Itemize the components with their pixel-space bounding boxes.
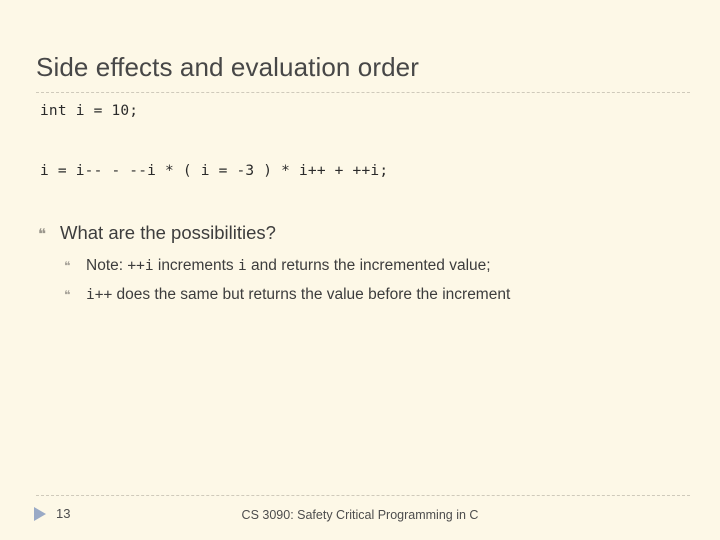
page-title: Side effects and evaluation order — [36, 52, 419, 82]
bullet-level2-postincrement: ❝ i++ does the same but returns the valu… — [64, 284, 510, 306]
note-suffix-text: and returns the incremented value; — [246, 257, 491, 274]
bullet-level2-note: ❝ Note: ++i increments i and returns the… — [64, 255, 491, 277]
footer-course-text: CS 3090: Safety Critical Programming in … — [241, 508, 479, 522]
post-code-postincrement: i++ — [86, 287, 113, 303]
slide-canvas: Side effects and evaluation order int i … — [0, 0, 720, 540]
bullet-marker-icon: ❝ — [64, 259, 71, 273]
note-prefix-text: Note: — [86, 257, 128, 274]
code-line-expression: i = i-- - --i * ( i = -3 ) * i++ + ++i; — [40, 163, 389, 179]
footer-divider — [36, 495, 690, 496]
bullet-level1: ❝ What are the possibilities? — [38, 221, 276, 246]
note-code-preincrement: ++i — [127, 258, 154, 274]
bullet-level1-label: What are the possibilities? — [60, 222, 276, 243]
bullet-level2-note-label: Note: ++i increments i and returns the i… — [86, 255, 491, 277]
note-middle-text: increments — [153, 257, 238, 274]
title-divider — [36, 92, 690, 93]
note-code-variable: i — [237, 258, 247, 274]
bullet-marker-icon: ❝ — [64, 288, 71, 302]
bullet-marker-icon: ❝ — [38, 225, 47, 243]
post-middle-text: does the same but returns the value befo… — [112, 286, 511, 303]
bullet-level2-postincrement-label: i++ does the same but returns the value … — [86, 284, 510, 306]
code-line-declaration: int i = 10; — [40, 103, 139, 119]
